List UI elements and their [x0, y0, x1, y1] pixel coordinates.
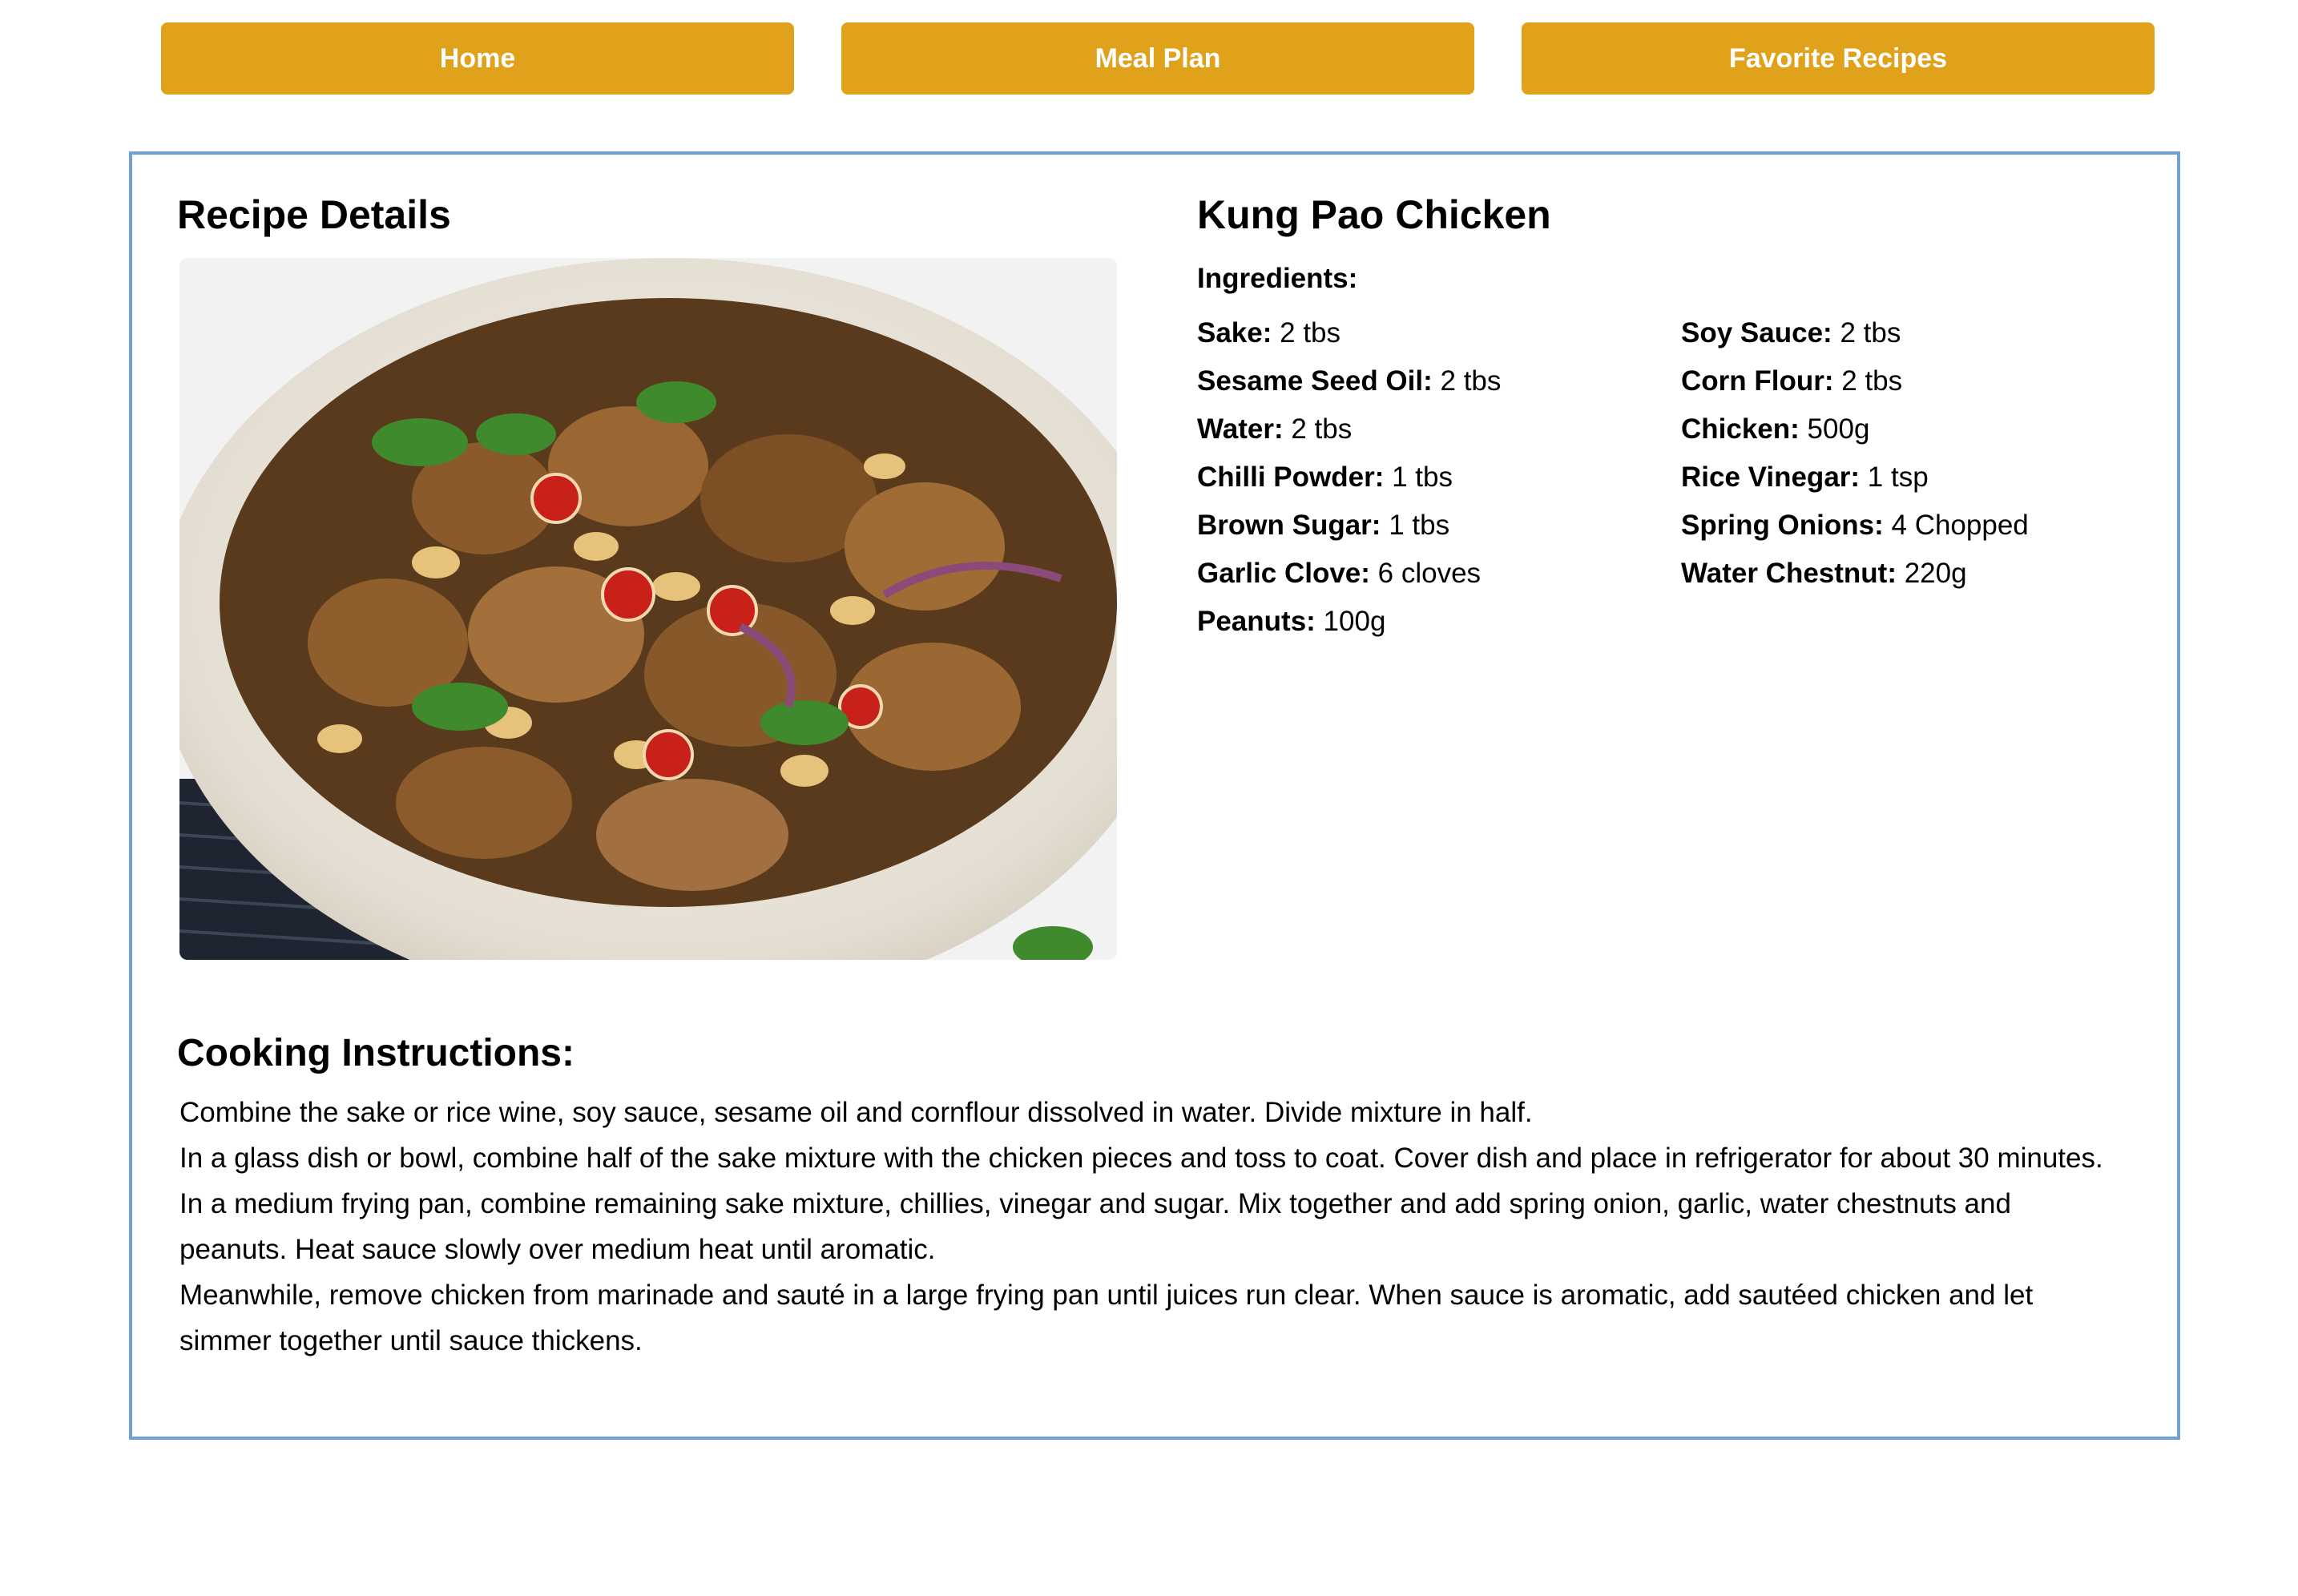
- instruction-step: In a glass dish or bowl, combine half of…: [179, 1143, 2103, 1174]
- ingredient-name: Spring Onions:: [1681, 510, 1884, 541]
- ingredient-item: Chicken: 500g: [1681, 405, 2029, 453]
- ingredient-name: Chilli Powder:: [1197, 461, 1385, 493]
- ingredient-item: Brown Sugar: 1 tbs: [1197, 502, 1501, 550]
- ingredient-item: Peanuts: 100g: [1197, 598, 1501, 646]
- ingredient-amount: 1 tbs: [1392, 461, 1453, 493]
- ingredient-item: Garlic Clove: 6 cloves: [1197, 550, 1501, 598]
- ingredient-name: Soy Sauce:: [1681, 317, 1832, 349]
- cooking-instructions-heading: Cooking Instructions:: [177, 1032, 574, 1074]
- ingredient-name: Peanuts:: [1197, 606, 1316, 637]
- recipe-name: Kung Pao Chicken: [1197, 192, 1551, 237]
- ingredient-name: Sake:: [1197, 317, 1272, 349]
- top-navigation: Home Meal Plan Favorite Recipes: [0, 22, 2298, 95]
- ingredient-amount: 500g: [1807, 413, 1870, 445]
- ingredient-amount: 2 tbs: [1440, 365, 1502, 397]
- ingredient-item: Water: 2 tbs: [1197, 405, 1501, 453]
- ingredient-item: Sake: 2 tbs: [1197, 309, 1501, 357]
- ingredient-amount: 6 cloves: [1377, 558, 1482, 589]
- ingredient-item: Rice Vinegar: 1 tsp: [1681, 453, 2029, 502]
- ingredient-amount: 2 tbs: [1280, 317, 1341, 349]
- ingredient-name: Corn Flour:: [1681, 365, 1834, 397]
- ingredients-column-2: Soy Sauce: 2 tbs Corn Flour: 2 tbs Chick…: [1681, 309, 2029, 598]
- ingredient-name: Water Chestnut:: [1681, 558, 1897, 589]
- recipe-photo: [179, 258, 1117, 960]
- ingredient-amount: 2 tbs: [1840, 317, 1901, 349]
- ingredient-item: Chilli Powder: 1 tbs: [1197, 453, 1501, 502]
- instruction-step: In a medium frying pan, combine remainin…: [179, 1188, 2011, 1265]
- ingredient-amount: 1 tsp: [1867, 461, 1929, 493]
- instruction-step: Meanwhile, remove chicken from marinade …: [179, 1280, 2034, 1356]
- cooking-instructions: Combine the sake or rice wine, soy sauce…: [179, 1090, 2119, 1364]
- ingredient-item: Sesame Seed Oil: 2 tbs: [1197, 357, 1501, 405]
- ingredient-amount: 4 Chopped: [1891, 510, 2029, 541]
- favorite-recipes-button[interactable]: Favorite Recipes: [1522, 22, 2155, 95]
- ingredient-item: Corn Flour: 2 tbs: [1681, 357, 2029, 405]
- ingredient-name: Chicken:: [1681, 413, 1800, 445]
- ingredient-amount: 220g: [1904, 558, 1967, 589]
- ingredients-label: Ingredients:: [1197, 263, 1358, 294]
- ingredient-item: Spring Onions: 4 Chopped: [1681, 502, 2029, 550]
- ingredient-name: Sesame Seed Oil:: [1197, 365, 1433, 397]
- ingredients-column-1: Sake: 2 tbs Sesame Seed Oil: 2 tbs Water…: [1197, 309, 1501, 646]
- ingredient-amount: 2 tbs: [1841, 365, 1903, 397]
- recipe-photo-image: [179, 258, 1117, 960]
- ingredient-amount: 2 tbs: [1291, 413, 1353, 445]
- home-button[interactable]: Home: [161, 22, 794, 95]
- ingredient-name: Brown Sugar:: [1197, 510, 1381, 541]
- instruction-step: Combine the sake or rice wine, soy sauce…: [179, 1097, 1533, 1128]
- ingredient-item: Water Chestnut: 220g: [1681, 550, 2029, 598]
- ingredient-name: Garlic Clove:: [1197, 558, 1370, 589]
- ingredient-amount: 1 tbs: [1389, 510, 1450, 541]
- meal-plan-button[interactable]: Meal Plan: [841, 22, 1474, 95]
- ingredient-name: Water:: [1197, 413, 1284, 445]
- ingredient-name: Rice Vinegar:: [1681, 461, 1861, 493]
- ingredient-item: Soy Sauce: 2 tbs: [1681, 309, 2029, 357]
- ingredient-amount: 100g: [1323, 606, 1386, 637]
- recipe-details-heading: Recipe Details: [177, 192, 451, 237]
